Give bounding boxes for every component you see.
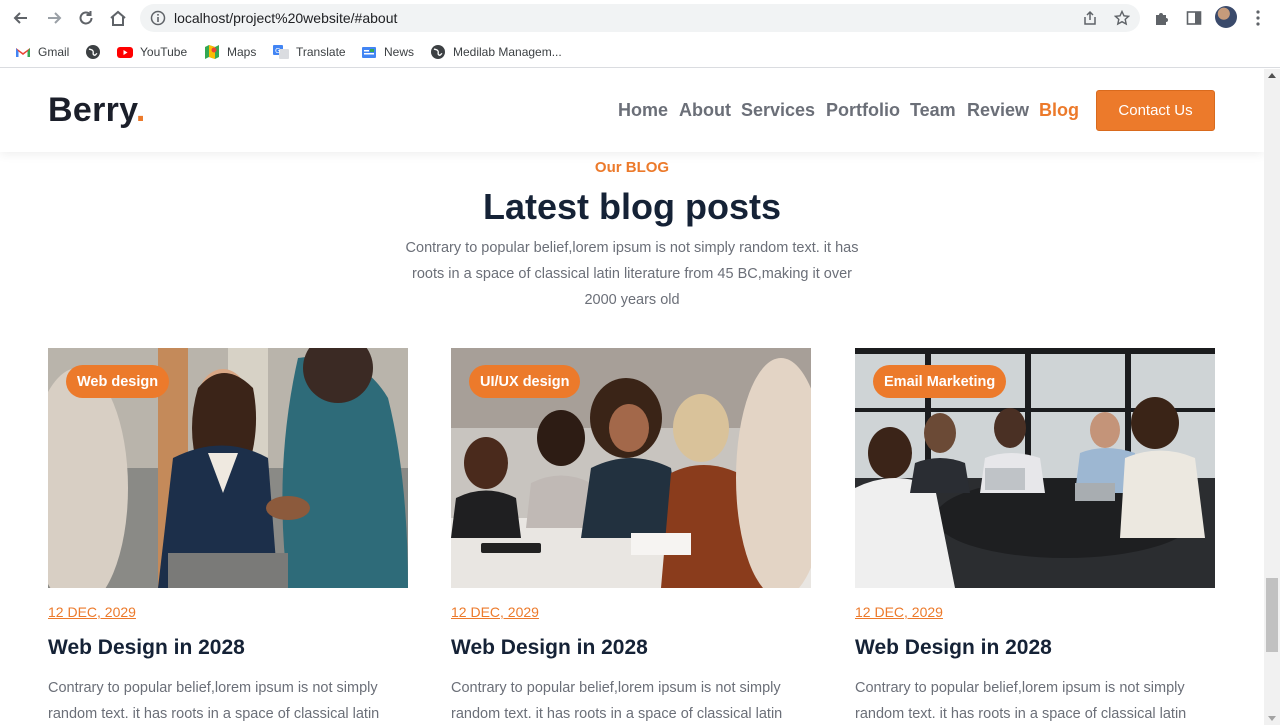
post-date[interactable]: 12 DEC, 2029 (451, 604, 539, 620)
news-icon (362, 47, 376, 58)
translate-icon: G (273, 45, 289, 59)
site-info-icon[interactable] (150, 10, 166, 26)
kebab-menu-icon (1256, 10, 1260, 26)
bookmark-youtube[interactable]: YouTube (117, 42, 187, 62)
nav-review[interactable]: Review (967, 100, 1029, 121)
svg-text:G: G (275, 47, 280, 55)
bookmark-label: Translate (296, 45, 346, 59)
forward-button[interactable] (42, 6, 66, 30)
contact-us-button[interactable]: Contact Us (1096, 90, 1215, 131)
reload-icon (79, 11, 93, 25)
nav-blog[interactable]: Blog (1039, 100, 1079, 121)
scrollbar-thumb[interactable] (1266, 578, 1278, 652)
nav-portfolio[interactable]: Portfolio (826, 100, 900, 121)
nav-team[interactable]: Team (910, 100, 956, 121)
back-arrow-icon (13, 12, 27, 24)
bookmark-label: Maps (227, 45, 257, 59)
post-excerpt: Contrary to popular belief,lorem ipsum i… (855, 680, 1187, 722)
bookmark-globe[interactable] (85, 42, 108, 62)
post-title[interactable]: Web Design in 2028 (48, 636, 245, 660)
post-date[interactable]: 12 DEC, 2029 (855, 604, 943, 620)
site-header: Berry. Home About Services Portfolio Tea… (0, 69, 1264, 152)
forward-arrow-icon (48, 12, 62, 24)
side-panel-icon (1186, 11, 1202, 25)
maps-icon (205, 45, 219, 59)
bookmark-label: Medilab Managem... (453, 45, 562, 59)
blog-image-meeting[interactable]: UI/UX design (451, 348, 811, 588)
section-title: Latest blog posts (482, 186, 782, 227)
youtube-icon (117, 47, 133, 58)
bookmark-gmail[interactable]: Gmail (15, 42, 69, 62)
category-tag[interactable]: Email Marketing (873, 365, 1007, 398)
bookmark-label: Gmail (38, 45, 70, 59)
back-button[interactable] (9, 6, 33, 30)
logo-text: Berry (48, 91, 136, 129)
category-tag[interactable]: UI/UX design (469, 365, 581, 398)
profile-avatar[interactable] (1215, 6, 1237, 28)
section-description: Contrary to popular belief,lorem ipsum i… (405, 240, 859, 308)
blog-card: UI/UX design 12 DEC, 2029 Web Design in … (451, 348, 811, 722)
bookmark-medilab[interactable]: Medilab Managem... (430, 42, 562, 62)
post-title[interactable]: Web Design in 2028 (855, 636, 1052, 660)
nav-about[interactable]: About (679, 100, 731, 121)
nav-home[interactable]: Home (618, 100, 668, 121)
bookmarks-bar: Gmail YouTube Maps G Translate News Medi… (0, 36, 1280, 68)
address-bar[interactable]: localhost/project%20website/#about (140, 4, 1140, 32)
bookmark-star-icon[interactable] (1114, 10, 1130, 26)
page-scrollbar[interactable] (1264, 69, 1280, 725)
blog-image-handshake[interactable]: Web design (48, 348, 408, 588)
puzzle-icon (1156, 13, 1168, 25)
bookmark-maps[interactable]: Maps (204, 42, 256, 62)
scroll-up-arrow-icon[interactable] (1268, 73, 1276, 78)
logo-dot: . (135, 91, 146, 129)
section-eyebrow: Our BLOG (594, 159, 670, 176)
bookmark-news[interactable]: News (361, 42, 414, 62)
nav-services[interactable]: Services (741, 100, 815, 121)
globe-icon (86, 45, 100, 59)
browser-toolbar: localhost/project%20website/#about (0, 0, 1280, 36)
page-viewport: Berry. Home About Services Portfolio Tea… (0, 69, 1264, 725)
bookmark-label: News (384, 45, 415, 59)
scroll-down-arrow-icon[interactable] (1268, 716, 1276, 721)
browser-menu-button[interactable] (1248, 8, 1268, 28)
blog-card: Web design 12 DEC, 2029 Web Design in 20… (48, 348, 408, 722)
gmail-icon (16, 48, 30, 57)
bookmark-label: YouTube (140, 45, 188, 59)
home-icon (110, 10, 126, 26)
post-title[interactable]: Web Design in 2028 (451, 636, 648, 660)
bookmark-translate[interactable]: G Translate (273, 42, 346, 62)
site-logo[interactable]: Berry. (48, 91, 146, 130)
url-text: localhost/project%20website/#about (174, 10, 398, 26)
category-tag[interactable]: Web design (66, 365, 170, 398)
blog-image-conference[interactable]: Email Marketing (855, 348, 1215, 588)
share-icon[interactable] (1082, 10, 1098, 26)
globe-icon (431, 45, 445, 59)
post-date[interactable]: 12 DEC, 2029 (48, 604, 136, 620)
blog-card: Email Marketing 12 DEC, 2029 Web Design … (855, 348, 1215, 722)
extensions-button[interactable] (1152, 8, 1172, 28)
home-button[interactable] (106, 6, 130, 30)
post-excerpt: Contrary to popular belief,lorem ipsum i… (451, 680, 783, 722)
post-excerpt: Contrary to popular belief,lorem ipsum i… (48, 680, 380, 722)
reload-button[interactable] (74, 6, 98, 30)
side-panel-button[interactable] (1184, 8, 1204, 28)
